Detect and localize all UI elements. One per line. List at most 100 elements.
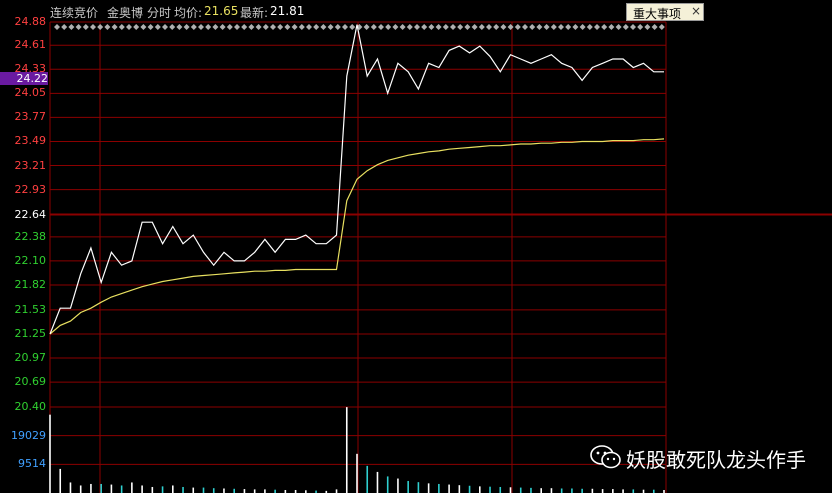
event-marker [90, 24, 96, 30]
event-marker [54, 24, 60, 30]
event-marker [385, 24, 392, 30]
current-price-tag: 24.22 [0, 71, 48, 85]
event-marker [457, 24, 464, 30]
price-tick-label: 22.10 [14, 253, 47, 267]
price-tick-label: 21.82 [14, 277, 47, 291]
price-tick-label: 20.69 [14, 375, 47, 389]
volume-tick-label: 9514 [18, 457, 46, 471]
event-marker [370, 24, 377, 30]
event-marker [406, 24, 413, 30]
event-marker [313, 24, 320, 30]
event-marker [493, 24, 500, 30]
event-marker [514, 24, 521, 30]
price-tick-label: 22.64 [14, 207, 47, 221]
wechat-icon [590, 445, 621, 469]
event-marker [579, 24, 586, 30]
event-marker [644, 24, 651, 30]
event-marker [428, 24, 435, 30]
event-marker [500, 24, 507, 30]
event-marker [126, 24, 132, 30]
major-events-button[interactable]: 重大事项 × [626, 3, 704, 21]
event-marker [154, 24, 161, 30]
event-marker [550, 24, 557, 30]
event-marker [471, 24, 478, 30]
event-marker [615, 24, 622, 30]
event-marker [270, 24, 276, 30]
price-tick-label: 21.25 [14, 326, 47, 340]
event-marker [442, 24, 449, 30]
event-marker [248, 24, 255, 30]
event-marker [241, 24, 248, 30]
event-marker [363, 24, 370, 30]
view-mode-label[interactable]: 分时 [147, 4, 171, 21]
close-icon[interactable]: × [691, 4, 701, 18]
price-tick-label: 24.61 [14, 38, 47, 52]
event-marker [435, 24, 442, 30]
price-tick-label: 20.40 [14, 400, 47, 413]
major-events-label[interactable]: 重大事项 [633, 5, 681, 22]
avg-price-label: 均价: [174, 6, 203, 20]
header-bar: 连续竞价 金奥博 分时 均价: 21.65 最新: 21.81 重大事项 × [0, 0, 832, 22]
volume-tick-label: 19029 [11, 428, 46, 442]
event-marker [176, 24, 183, 30]
price-tick-label: 24.88 [14, 15, 47, 28]
chart-canvas[interactable] [0, 0, 832, 493]
avg-price-value: 21.65 [204, 4, 239, 18]
event-marker [75, 24, 82, 30]
last-price-value: 21.81 [270, 4, 305, 18]
event-marker [334, 24, 341, 30]
price-tick-label: 21.53 [14, 302, 47, 316]
event-marker [205, 24, 212, 30]
price-tick-label: 23.21 [14, 158, 47, 172]
event-marker [298, 24, 305, 30]
event-marker [97, 24, 104, 30]
event-marker [169, 24, 176, 30]
event-marker [378, 24, 384, 30]
event-marker [262, 24, 269, 30]
event-marker [111, 24, 118, 30]
event-marker [104, 24, 111, 30]
event-marker [327, 24, 334, 30]
event-marker [478, 24, 485, 30]
event-marker [565, 24, 572, 30]
event-marker [147, 24, 154, 30]
price-tick-label: 22.93 [14, 182, 47, 196]
price-tick-label: 24.05 [14, 86, 47, 100]
event-marker [450, 24, 456, 30]
price-tick-label: 20.97 [14, 351, 47, 365]
event-marker [162, 24, 168, 30]
watermark-text: 妖股敢死队龙头作手 [626, 448, 806, 472]
event-marker [198, 24, 204, 30]
price-tick-label: 23.77 [14, 110, 47, 124]
event-marker [219, 24, 226, 30]
event-marker [529, 24, 536, 30]
event-marker [414, 24, 420, 30]
event-marker [392, 24, 399, 30]
event-marker [637, 24, 644, 30]
last-price-label: 最新: [240, 6, 269, 20]
event-marker [118, 24, 125, 30]
event-marker [342, 24, 348, 30]
event-marker [543, 24, 550, 30]
event-marker [190, 24, 197, 30]
event-marker [601, 24, 608, 30]
trading-mode-label: 连续竞价 [50, 6, 99, 20]
event-marker [586, 24, 593, 30]
event-marker [61, 24, 68, 30]
event-marker [558, 24, 564, 30]
event-marker [594, 24, 600, 30]
event-marker [399, 24, 406, 30]
stock-name[interactable]: 金奥博 [107, 4, 143, 21]
event-marker [212, 24, 219, 30]
event-marker [226, 24, 233, 30]
event-marker [658, 24, 665, 30]
event-marker [255, 24, 262, 30]
event-marker [464, 24, 471, 30]
event-marker [234, 24, 240, 30]
event-marker [572, 24, 579, 30]
event-marker [277, 24, 284, 30]
event-marker [630, 24, 636, 30]
event-marker [320, 24, 327, 30]
event-marker [608, 24, 615, 30]
event-marker [522, 24, 528, 30]
